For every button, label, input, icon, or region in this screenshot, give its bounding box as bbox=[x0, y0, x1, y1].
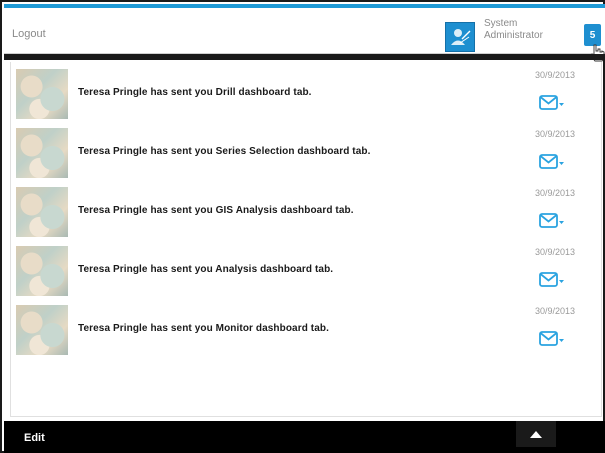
chevron-down-icon[interactable] bbox=[559, 103, 564, 106]
sender-thumbnail bbox=[16, 69, 68, 119]
mail-icon[interactable] bbox=[539, 212, 565, 230]
mail-icon[interactable] bbox=[539, 153, 565, 171]
mail-icon[interactable] bbox=[539, 330, 565, 348]
sender-thumbnail bbox=[16, 305, 68, 355]
notification-badge[interactable]: 5 bbox=[584, 24, 601, 46]
message-text: Teresa Pringle has sent you Monitor dash… bbox=[78, 323, 329, 334]
user-name-line1: System bbox=[484, 18, 518, 29]
list-item[interactable]: Teresa Pringle has sent you Series Selec… bbox=[11, 123, 601, 181]
header: Logout System Administrator 5 bbox=[4, 8, 605, 62]
list-item[interactable]: Teresa Pringle has sent you Analysis das… bbox=[11, 241, 601, 299]
chevron-down-icon[interactable] bbox=[559, 280, 564, 283]
message-text: Teresa Pringle has sent you Drill dashbo… bbox=[78, 87, 312, 98]
logout-link[interactable]: Logout bbox=[12, 28, 46, 40]
chevron-down-icon[interactable] bbox=[559, 162, 564, 165]
bottom-toolbar: Edit bbox=[4, 421, 605, 453]
list-item[interactable]: Teresa Pringle has sent you GIS Analysis… bbox=[11, 182, 601, 240]
sender-thumbnail bbox=[16, 128, 68, 178]
sender-thumbnail bbox=[16, 246, 68, 296]
message-text: Teresa Pringle has sent you GIS Analysis… bbox=[78, 205, 354, 216]
edit-button[interactable]: Edit bbox=[24, 432, 45, 444]
user-avatar-icon[interactable] bbox=[445, 22, 475, 52]
sender-thumbnail bbox=[16, 187, 68, 237]
scroll-up-button[interactable] bbox=[516, 421, 556, 447]
list-item[interactable]: Teresa Pringle has sent you Drill dashbo… bbox=[11, 64, 601, 122]
app-window: Logout System Administrator 5 Teresa Pri… bbox=[0, 0, 605, 453]
message-date: 30/9/2013 bbox=[534, 247, 575, 257]
user-name-line2: Administrator bbox=[484, 30, 543, 41]
user-name: System Administrator bbox=[484, 18, 574, 42]
triangle-up-icon bbox=[530, 430, 542, 438]
message-date: 30/9/2013 bbox=[534, 306, 575, 316]
chevron-down-icon[interactable] bbox=[559, 221, 564, 224]
notification-list: Teresa Pringle has sent you Drill dashbo… bbox=[10, 62, 602, 417]
message-date: 30/9/2013 bbox=[534, 129, 575, 139]
message-text: Teresa Pringle has sent you Analysis das… bbox=[78, 264, 334, 275]
message-text: Teresa Pringle has sent you Series Selec… bbox=[78, 146, 371, 157]
mail-icon[interactable] bbox=[539, 271, 565, 289]
header-divider bbox=[4, 54, 605, 60]
list-item[interactable]: Teresa Pringle has sent you Monitor dash… bbox=[11, 300, 601, 358]
message-date: 30/9/2013 bbox=[534, 70, 575, 80]
chevron-down-icon[interactable] bbox=[559, 339, 564, 342]
message-date: 30/9/2013 bbox=[534, 188, 575, 198]
mail-icon[interactable] bbox=[539, 94, 565, 112]
